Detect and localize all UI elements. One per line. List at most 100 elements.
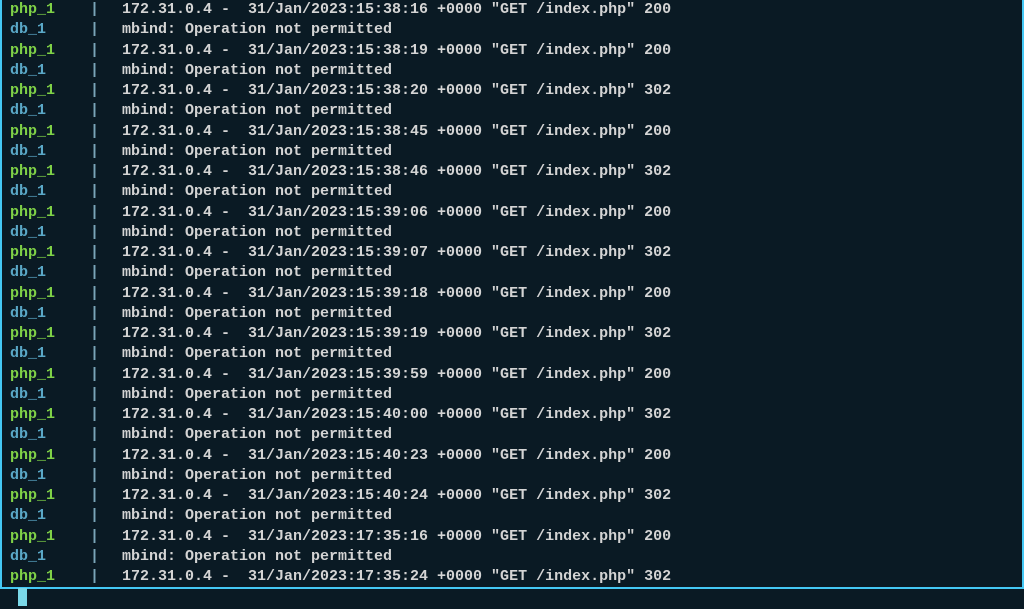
log-separator: | <box>90 41 122 61</box>
log-line: php_1| 172.31.0.4 - 31/Jan/2023:15:40:00… <box>10 405 1014 425</box>
log-separator: | <box>90 304 122 324</box>
log-line: php_1| 172.31.0.4 - 31/Jan/2023:15:39:07… <box>10 243 1014 263</box>
log-line: db_1| mbind: Operation not permitted <box>10 20 1014 40</box>
log-source: db_1 <box>10 142 90 162</box>
log-message: mbind: Operation not permitted <box>122 304 392 324</box>
log-line: php_1| 172.31.0.4 - 31/Jan/2023:15:39:18… <box>10 284 1014 304</box>
log-separator: | <box>90 162 122 182</box>
log-line: db_1| mbind: Operation not permitted <box>10 182 1014 202</box>
log-source: php_1 <box>10 122 90 142</box>
log-separator: | <box>90 142 122 162</box>
log-source: php_1 <box>10 405 90 425</box>
log-separator: | <box>90 0 122 20</box>
log-source: db_1 <box>10 547 90 567</box>
log-message: 172.31.0.4 - 31/Jan/2023:15:38:19 +0000 … <box>122 41 671 61</box>
log-message: mbind: Operation not permitted <box>122 20 392 40</box>
log-source: php_1 <box>10 0 90 20</box>
log-separator: | <box>90 405 122 425</box>
log-message: 172.31.0.4 - 31/Jan/2023:15:39:19 +0000 … <box>122 324 671 344</box>
log-source: db_1 <box>10 20 90 40</box>
log-line: php_1| 172.31.0.4 - 31/Jan/2023:15:39:06… <box>10 203 1014 223</box>
log-line: php_1| 172.31.0.4 - 31/Jan/2023:15:38:20… <box>10 81 1014 101</box>
log-separator: | <box>90 81 122 101</box>
log-message: mbind: Operation not permitted <box>122 223 392 243</box>
log-source: db_1 <box>10 344 90 364</box>
log-source: db_1 <box>10 425 90 445</box>
log-source: db_1 <box>10 61 90 81</box>
log-message: mbind: Operation not permitted <box>122 466 392 486</box>
log-message: 172.31.0.4 - 31/Jan/2023:15:40:24 +0000 … <box>122 486 671 506</box>
log-message: mbind: Operation not permitted <box>122 547 392 567</box>
log-line: php_1| 172.31.0.4 - 31/Jan/2023:15:38:46… <box>10 162 1014 182</box>
log-message: mbind: Operation not permitted <box>122 101 392 121</box>
log-message: mbind: Operation not permitted <box>122 61 392 81</box>
log-message: mbind: Operation not permitted <box>122 425 392 445</box>
log-source: db_1 <box>10 101 90 121</box>
log-source: php_1 <box>10 243 90 263</box>
log-separator: | <box>90 486 122 506</box>
log-source: php_1 <box>10 446 90 466</box>
log-source: db_1 <box>10 304 90 324</box>
log-line: db_1| mbind: Operation not permitted <box>10 101 1014 121</box>
log-message: 172.31.0.4 - 31/Jan/2023:17:35:16 +0000 … <box>122 527 671 547</box>
log-message: 172.31.0.4 - 31/Jan/2023:15:38:45 +0000 … <box>122 122 671 142</box>
log-source: php_1 <box>10 81 90 101</box>
log-line: db_1| mbind: Operation not permitted <box>10 142 1014 162</box>
log-separator: | <box>90 527 122 547</box>
log-source: db_1 <box>10 182 90 202</box>
log-source: php_1 <box>10 284 90 304</box>
log-message: 172.31.0.4 - 31/Jan/2023:15:38:16 +0000 … <box>122 0 671 20</box>
log-separator: | <box>90 223 122 243</box>
log-source: db_1 <box>10 223 90 243</box>
log-separator: | <box>90 446 122 466</box>
log-separator: | <box>90 101 122 121</box>
log-message: 172.31.0.4 - 31/Jan/2023:15:40:23 +0000 … <box>122 446 671 466</box>
terminal-cursor <box>18 588 27 606</box>
log-message: 172.31.0.4 - 31/Jan/2023:15:39:18 +0000 … <box>122 284 671 304</box>
log-separator: | <box>90 425 122 445</box>
log-line: db_1| mbind: Operation not permitted <box>10 385 1014 405</box>
log-message: 172.31.0.4 - 31/Jan/2023:15:40:00 +0000 … <box>122 405 671 425</box>
log-source: db_1 <box>10 506 90 526</box>
log-source: php_1 <box>10 203 90 223</box>
log-line: php_1| 172.31.0.4 - 31/Jan/2023:17:35:24… <box>10 567 1014 587</box>
log-line: php_1| 172.31.0.4 - 31/Jan/2023:15:40:23… <box>10 446 1014 466</box>
log-message: mbind: Operation not permitted <box>122 142 392 162</box>
log-source: php_1 <box>10 365 90 385</box>
log-message: 172.31.0.4 - 31/Jan/2023:15:39:59 +0000 … <box>122 365 671 385</box>
log-line: db_1| mbind: Operation not permitted <box>10 263 1014 283</box>
log-separator: | <box>90 344 122 364</box>
log-separator: | <box>90 122 122 142</box>
log-line: db_1| mbind: Operation not permitted <box>10 425 1014 445</box>
log-message: mbind: Operation not permitted <box>122 182 392 202</box>
cursor-line <box>10 587 1014 608</box>
log-separator: | <box>90 466 122 486</box>
log-line: db_1| mbind: Operation not permitted <box>10 304 1014 324</box>
log-line: db_1| mbind: Operation not permitted <box>10 547 1014 567</box>
log-separator: | <box>90 284 122 304</box>
log-source: db_1 <box>10 385 90 405</box>
log-line: php_1| 172.31.0.4 - 31/Jan/2023:15:39:19… <box>10 324 1014 344</box>
log-separator: | <box>90 547 122 567</box>
log-separator: | <box>90 506 122 526</box>
log-separator: | <box>90 365 122 385</box>
log-separator: | <box>90 263 122 283</box>
log-line: php_1| 172.31.0.4 - 31/Jan/2023:15:40:24… <box>10 486 1014 506</box>
log-source: php_1 <box>10 527 90 547</box>
log-message: mbind: Operation not permitted <box>122 263 392 283</box>
log-line: php_1| 172.31.0.4 - 31/Jan/2023:15:38:19… <box>10 41 1014 61</box>
log-line: db_1| mbind: Operation not permitted <box>10 344 1014 364</box>
log-message: 172.31.0.4 - 31/Jan/2023:15:39:07 +0000 … <box>122 243 671 263</box>
log-message: mbind: Operation not permitted <box>122 344 392 364</box>
log-separator: | <box>90 203 122 223</box>
log-line: db_1| mbind: Operation not permitted <box>10 223 1014 243</box>
log-separator: | <box>90 182 122 202</box>
terminal-output[interactable]: php_1| 172.31.0.4 - 31/Jan/2023:15:38:16… <box>2 0 1022 609</box>
log-separator: | <box>90 20 122 40</box>
log-message: mbind: Operation not permitted <box>122 385 392 405</box>
log-line: php_1| 172.31.0.4 - 31/Jan/2023:15:38:45… <box>10 122 1014 142</box>
log-line: db_1| mbind: Operation not permitted <box>10 466 1014 486</box>
log-source: db_1 <box>10 466 90 486</box>
log-source: php_1 <box>10 486 90 506</box>
log-message: 172.31.0.4 - 31/Jan/2023:15:39:06 +0000 … <box>122 203 671 223</box>
